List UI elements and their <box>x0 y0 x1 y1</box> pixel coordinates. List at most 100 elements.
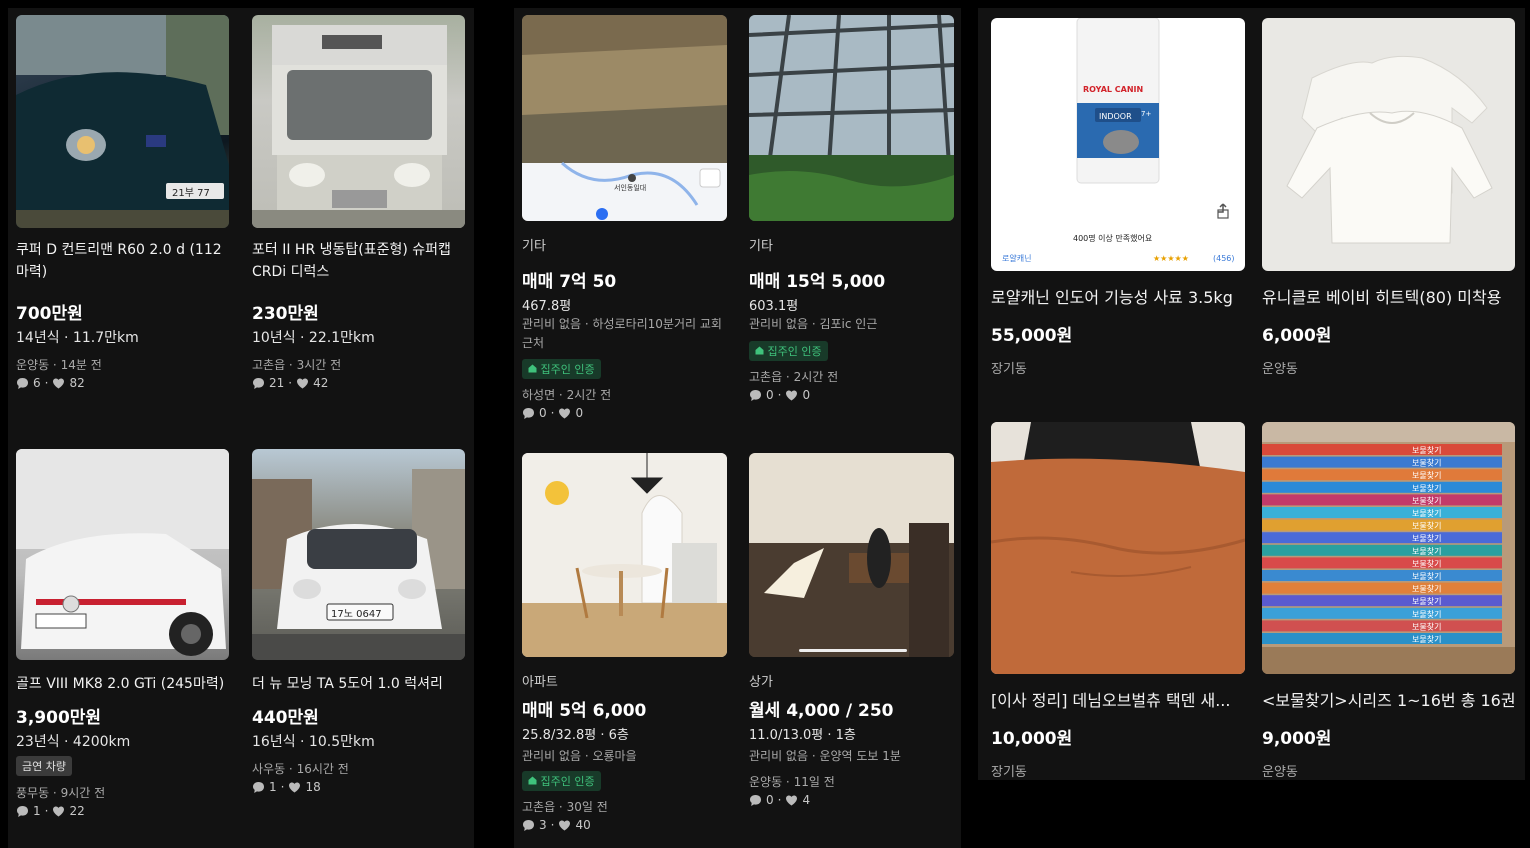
product-card[interactable]: 유니클로 베이비 히트텍(80) 미착용 6,000원 운양동 <box>1262 18 1515 377</box>
car-title: 더 뉴 모닝 TA 5도어 1.0 럭셔리 <box>252 676 443 692</box>
book-spine <box>1262 469 1502 481</box>
heart-icon <box>53 806 65 816</box>
chat-count: 0 <box>766 793 774 807</box>
product-title: 로얄캐닌 인도어 기능성 사료 3.5kg <box>991 288 1233 307</box>
property-category: 아파트 <box>522 675 558 690</box>
heart-icon <box>786 390 798 400</box>
realestate-card[interactable]: 상가 월세 4,000 / 250 11.0/13.0평 · 1층 관리비 없음… <box>749 453 954 838</box>
car-card[interactable]: 포터 II HR 냉동탑(표준형) 슈퍼캡 CRDi 디럭스 230만원 10년… <box>252 15 465 395</box>
product-photo <box>991 422 1245 674</box>
book-spine <box>1262 595 1502 607</box>
book-spine-title: 보물찾기 <box>1412 508 1441 518</box>
car-spec: 10년식 · 22.1만km <box>252 330 375 346</box>
property-location-time: 고촌읍 · 30일 전 <box>522 800 608 814</box>
chat-icon <box>523 407 534 419</box>
like-count: 0 <box>575 406 584 420</box>
property-size: 11.0/13.0평 · 1층 <box>749 728 856 743</box>
car-counts: 1 · 18 <box>252 780 321 794</box>
product-price: 55,000원 <box>991 326 1073 346</box>
realestate-listings-panel: 서인동일대 기타 매매 7억 50 467.8평 관리비 없음 · 하성로타리1… <box>514 8 961 848</box>
product-card[interactable]: ROYAL CANIN INDOOR 7+ 400명 이상 만족했어요 로얄캐닌… <box>991 18 1245 377</box>
heart-icon <box>559 408 571 418</box>
car-location-time: 운양동 · 14분 전 <box>16 358 102 372</box>
chat-icon <box>253 377 264 389</box>
chat-icon <box>253 781 264 793</box>
book-spine-title: 보물찾기 <box>1412 445 1441 455</box>
book-spine-title: 보물찾기 <box>1412 458 1441 468</box>
book-spine-title: 보물찾기 <box>1412 571 1441 581</box>
like-count: 0 <box>802 388 811 402</box>
property-location-time: 운양동 · 11일 전 <box>749 775 835 789</box>
realestate-card[interactable]: 기타 매매 15억 5,000 603.1평 관리비 없음 · 김포ic 인근 … <box>749 15 954 420</box>
property-detail: 관리비 없음 · 김포ic 인근 <box>749 317 878 331</box>
nonsmoking-badge: 금연 차량 <box>16 756 72 776</box>
car-photo <box>252 15 465 228</box>
owner-verified-badge: 집주인 인증 <box>522 359 601 379</box>
book-spine <box>1262 620 1502 632</box>
car-card[interactable]: 21부 77 쿠퍼 D 컨트리맨 R60 2.0 d (112마력) 700만원… <box>16 15 229 395</box>
book-spine <box>1262 494 1502 506</box>
like-count: 22 <box>69 804 85 818</box>
product-location: 운양동 <box>1262 765 1298 780</box>
property-counts: 3 · 40 <box>522 818 591 832</box>
share-icon <box>1217 203 1229 219</box>
car-card[interactable]: 17노 0647 더 뉴 모닝 TA 5도어 1.0 럭셔리 440만원 16년… <box>252 449 465 834</box>
chat-icon <box>523 819 534 831</box>
separator: · <box>280 780 285 794</box>
chat-count: 6 <box>33 376 41 390</box>
book-spine-title: 보물찾기 <box>1412 546 1441 556</box>
property-category: 상가 <box>749 675 773 690</box>
chat-count: 0 <box>539 406 547 420</box>
car-location-time: 사우동 · 16시간 전 <box>252 762 349 776</box>
property-category: 기타 <box>522 239 546 254</box>
realestate-card[interactable]: 아파트 매매 5억 6,000 25.8/32.8평 · 6층 관리비 없음 ·… <box>522 453 727 838</box>
car-plate: 17노 0647 <box>331 608 382 620</box>
badge-label: 집주인 인증 <box>767 345 822 358</box>
book-spine-title: 보물찾기 <box>1412 621 1441 631</box>
book-spine-title: 보물찾기 <box>1412 521 1441 531</box>
product-card[interactable]: 보물찾기 보물찾기 보물찾기 보물찾기 보물찾기 보물찾기 보물찾기 보물찾기 보물찾기 보물찾기… <box>1262 422 1516 780</box>
book-spine <box>1262 633 1502 644</box>
product-line: INDOOR <box>1099 112 1132 121</box>
owner-verified-badge: 집주인 인증 <box>522 771 601 791</box>
house-check-icon <box>528 776 537 785</box>
car-counts: 21 · 42 <box>252 376 328 390</box>
book-spine <box>1262 519 1502 531</box>
realestate-card[interactable]: 서인동일대 기타 매매 7억 50 467.8평 관리비 없음 · 하성로타리1… <box>522 15 727 420</box>
chat-count: 1 <box>269 780 277 794</box>
book-spine-title: 보물찾기 <box>1412 634 1441 644</box>
product-photo <box>1262 18 1515 271</box>
book-spine-title: 보물찾기 <box>1412 495 1441 505</box>
heart-icon <box>53 378 65 388</box>
product-price: 10,000원 <box>991 729 1073 749</box>
product-card[interactable]: [이사 정리] 데님오브벌츄 택덴 새... 10,000원 장기동 <box>991 422 1245 780</box>
like-count: 42 <box>313 376 329 390</box>
like-count: 40 <box>575 818 591 832</box>
satisfaction-caption: 400명 이상 만족했어요 <box>1073 233 1152 243</box>
property-photo <box>749 15 954 221</box>
book-spine <box>1262 582 1502 594</box>
book-spine <box>1262 532 1502 544</box>
book-spine-title: 보물찾기 <box>1412 533 1441 543</box>
car-price: 230만원 <box>252 304 319 324</box>
property-counts: 0 · 4 <box>749 793 810 807</box>
car-card[interactable]: 골프 VIII MK8 2.0 GTi (245마력) 3,900만원 23년식… <box>16 449 229 834</box>
property-location-time: 하성면 · 2시간 전 <box>522 388 612 402</box>
car-location-time: 고촌읍 · 3시간 전 <box>252 358 342 372</box>
book-spine <box>1262 507 1502 518</box>
car-price: 440만원 <box>252 708 319 728</box>
separator: · <box>44 376 49 390</box>
property-detail: 관리비 없음 · 운양역 도보 1분 <box>749 749 901 763</box>
property-photo <box>522 453 727 657</box>
heart-icon <box>297 378 309 388</box>
car-photo: 21부 77 <box>16 15 229 228</box>
map-label: 서인동일대 <box>614 183 646 192</box>
property-detail: 관리비 없음 · 오룡마을 <box>522 749 637 763</box>
separator: · <box>550 406 555 420</box>
car-price: 700만원 <box>16 304 83 324</box>
book-spine <box>1262 557 1502 569</box>
badge-label: 집주인 인증 <box>540 363 595 376</box>
product-title: <보물찾기>시리즈 1~16번 총 16권 <box>1262 691 1516 710</box>
separator: · <box>288 376 293 390</box>
book-spine-title: 보물찾기 <box>1412 609 1441 619</box>
